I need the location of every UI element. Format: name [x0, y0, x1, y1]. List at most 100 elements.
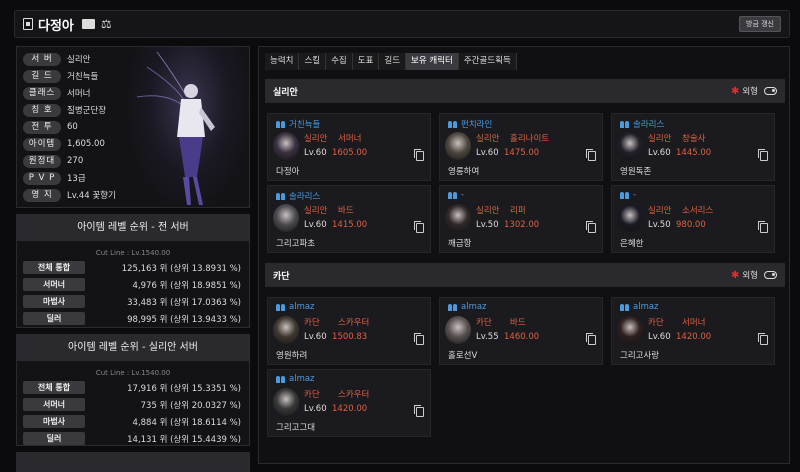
copy-icon[interactable] [586, 221, 596, 233]
left-panel: 서 버 실리안 길 드 거친늑들 클래스 서머너 칭 호 질병군단장 전 투 60 아이템… [16, 46, 250, 472]
character-item-level: 1475.00 [504, 148, 540, 158]
character-card[interactable]: 거친늑들 실리안 서머너 Lv.60 1605.00 다정아 [267, 113, 431, 181]
guild-name: - [620, 190, 636, 200]
character-class: 스카우터 [338, 390, 370, 400]
copy-icon[interactable] [758, 221, 768, 233]
character-level: Lv.60 [304, 404, 327, 414]
character-card[interactable]: almaz 카단 스카우터 Lv.60 1420.00 그리고그대 [267, 369, 431, 437]
server-group-header: 실리안 ✱ 외형 [265, 79, 785, 103]
guild-name: - [448, 190, 464, 200]
guild-icon [620, 120, 630, 128]
guild-name: almaz [448, 302, 487, 312]
avatar [273, 204, 299, 232]
bookmark-icon[interactable] [23, 18, 33, 30]
avatar [617, 132, 643, 160]
tab-collection[interactable]: 수집 [326, 53, 353, 70]
character-level: Lv.60 [476, 148, 499, 158]
avatar [445, 132, 471, 160]
cutline: Cut Line : Lv.1540.00 [95, 249, 171, 257]
cutline: Cut Line : Lv.1540.00 [95, 369, 171, 377]
guild-name: almaz [276, 302, 315, 312]
server-group-header: 카단 ✱ 외형 [265, 263, 785, 287]
main-panel: 능력치 스킬 수집 도표 길드 보유 캐릭터 주간골드획득 실리안 ✱ 외형 거친늑들… [258, 46, 790, 464]
tab-guild[interactable]: 길드 [379, 53, 407, 70]
guild-name: almaz [276, 374, 315, 384]
guild-name: 펀치라인 [448, 118, 492, 130]
character-name: 홀로선V [448, 351, 478, 361]
character-level: Lv.60 [648, 332, 671, 342]
copy-icon[interactable] [758, 149, 768, 161]
character-name: 다정아 [38, 18, 74, 34]
tab-characters[interactable]: 보유 캐릭터 [406, 53, 459, 70]
character-level: Lv.50 [648, 220, 671, 230]
character-level: Lv.60 [304, 220, 327, 230]
character-server: 카단 [476, 318, 492, 328]
character-class: 스카우터 [338, 318, 370, 328]
character-name: 그리고파초 [276, 239, 316, 249]
rank-row: 서머너 735 위 (상위 20.0327 %) [23, 397, 243, 412]
character-card[interactable]: - 실리안 소서리스 Lv.50 980.00 은혜한 [611, 185, 775, 253]
character-server: 실리안 [476, 134, 500, 144]
tab-stats[interactable]: 능력치 [265, 53, 300, 70]
character-item-level: 1500.83 [332, 332, 368, 342]
guild-icon [276, 192, 286, 200]
rank-server: 아이템 레벨 순위 - 실리안 서버 Cut Line : Lv.1540.00… [16, 334, 250, 446]
copy-icon[interactable] [414, 149, 424, 161]
guild-icon [276, 375, 286, 383]
copy-icon[interactable] [586, 149, 596, 161]
character-portrait [127, 47, 249, 207]
rank-title: 아이템 레벨 순위 - 실리안 서버 [17, 335, 249, 361]
copy-icon[interactable] [414, 333, 424, 345]
character-class: 홀리나이트 [510, 134, 550, 144]
appearance-toggle[interactable]: ✱ 외형 [731, 269, 777, 281]
profile-header: 다정아 ⚖ 방금 갱신 [14, 10, 790, 38]
appearance-label: 외형 [742, 271, 758, 281]
character-server: 카단 [304, 318, 320, 328]
guild-name: 솔라리스 [620, 118, 664, 130]
id-card-icon[interactable] [81, 19, 95, 29]
stat-guild: 길 드 거친늑들 [23, 69, 98, 83]
stat-pvp: P V P 13급 [23, 171, 86, 185]
character-class: 바드 [510, 318, 526, 328]
guild-icon [620, 303, 630, 311]
character-card[interactable]: 솔라리스 실리안 창술사 Lv.60 1445.00 영원독존 [611, 113, 775, 181]
server-name: 실리안 [273, 87, 298, 98]
copy-icon[interactable] [414, 405, 424, 417]
character-item-level: 1445.00 [676, 148, 712, 158]
rank-title: 아이템 레벨 순위 - 전 서버 [17, 215, 249, 241]
copy-icon[interactable] [586, 333, 596, 345]
character-card[interactable]: almaz 카단 스카우터 Lv.60 1500.83 영원하려 [267, 297, 431, 365]
character-name: 은혜한 [620, 239, 644, 249]
character-card[interactable]: almaz 카단 바드 Lv.55 1460.00 홀로선V [439, 297, 603, 365]
character-item-level: 1420.00 [676, 332, 712, 342]
tab-weekly-gold[interactable]: 주간골드획득 [458, 53, 517, 70]
character-card[interactable]: 펀치라인 실리안 홀리나이트 Lv.60 1475.00 영롱하여 [439, 113, 603, 181]
character-level: Lv.60 [304, 148, 327, 158]
character-level: Lv.60 [648, 148, 671, 158]
guild-name: 거친늑들 [276, 118, 320, 130]
appearance-toggle[interactable]: ✱ 외형 [731, 85, 777, 97]
character-card[interactable]: - 실리안 리퍼 Lv.50 1302.00 깨금항 [439, 185, 603, 253]
avatar [273, 132, 299, 160]
server-name: 카단 [273, 271, 290, 282]
character-card[interactable]: almaz 카단 서머너 Lv.60 1420.00 그리고사랑 [611, 297, 775, 365]
rank-row: 전체 통합 125,163 위 (상위 13.8931 %) [23, 260, 243, 275]
tab-skills[interactable]: 스킬 [299, 53, 327, 70]
star-icon: ✱ [730, 269, 740, 281]
stat-title: 칭 호 질병군단장 [23, 103, 106, 117]
character-level: Lv.55 [476, 332, 499, 342]
guild-icon [620, 191, 630, 199]
tab-chart[interactable]: 도표 [352, 53, 380, 70]
guild-icon [448, 120, 458, 128]
rank-row: 딜러 14,131 위 (상위 15.4439 %) [23, 431, 243, 446]
scale-icon[interactable]: ⚖ [101, 17, 112, 31]
character-card[interactable]: 솔라리스 실리안 바드 Lv.60 1415.00 그리고파초 [267, 185, 431, 253]
copy-icon[interactable] [758, 333, 768, 345]
copy-icon[interactable] [414, 221, 424, 233]
tab-bar: 능력치 스킬 수집 도표 길드 보유 캐릭터 주간골드획득 [265, 53, 517, 70]
character-server: 카단 [304, 390, 320, 400]
avatar [445, 316, 471, 344]
refresh-button[interactable]: 방금 갱신 [739, 16, 781, 32]
avatar [273, 316, 299, 344]
avatar [445, 204, 471, 232]
